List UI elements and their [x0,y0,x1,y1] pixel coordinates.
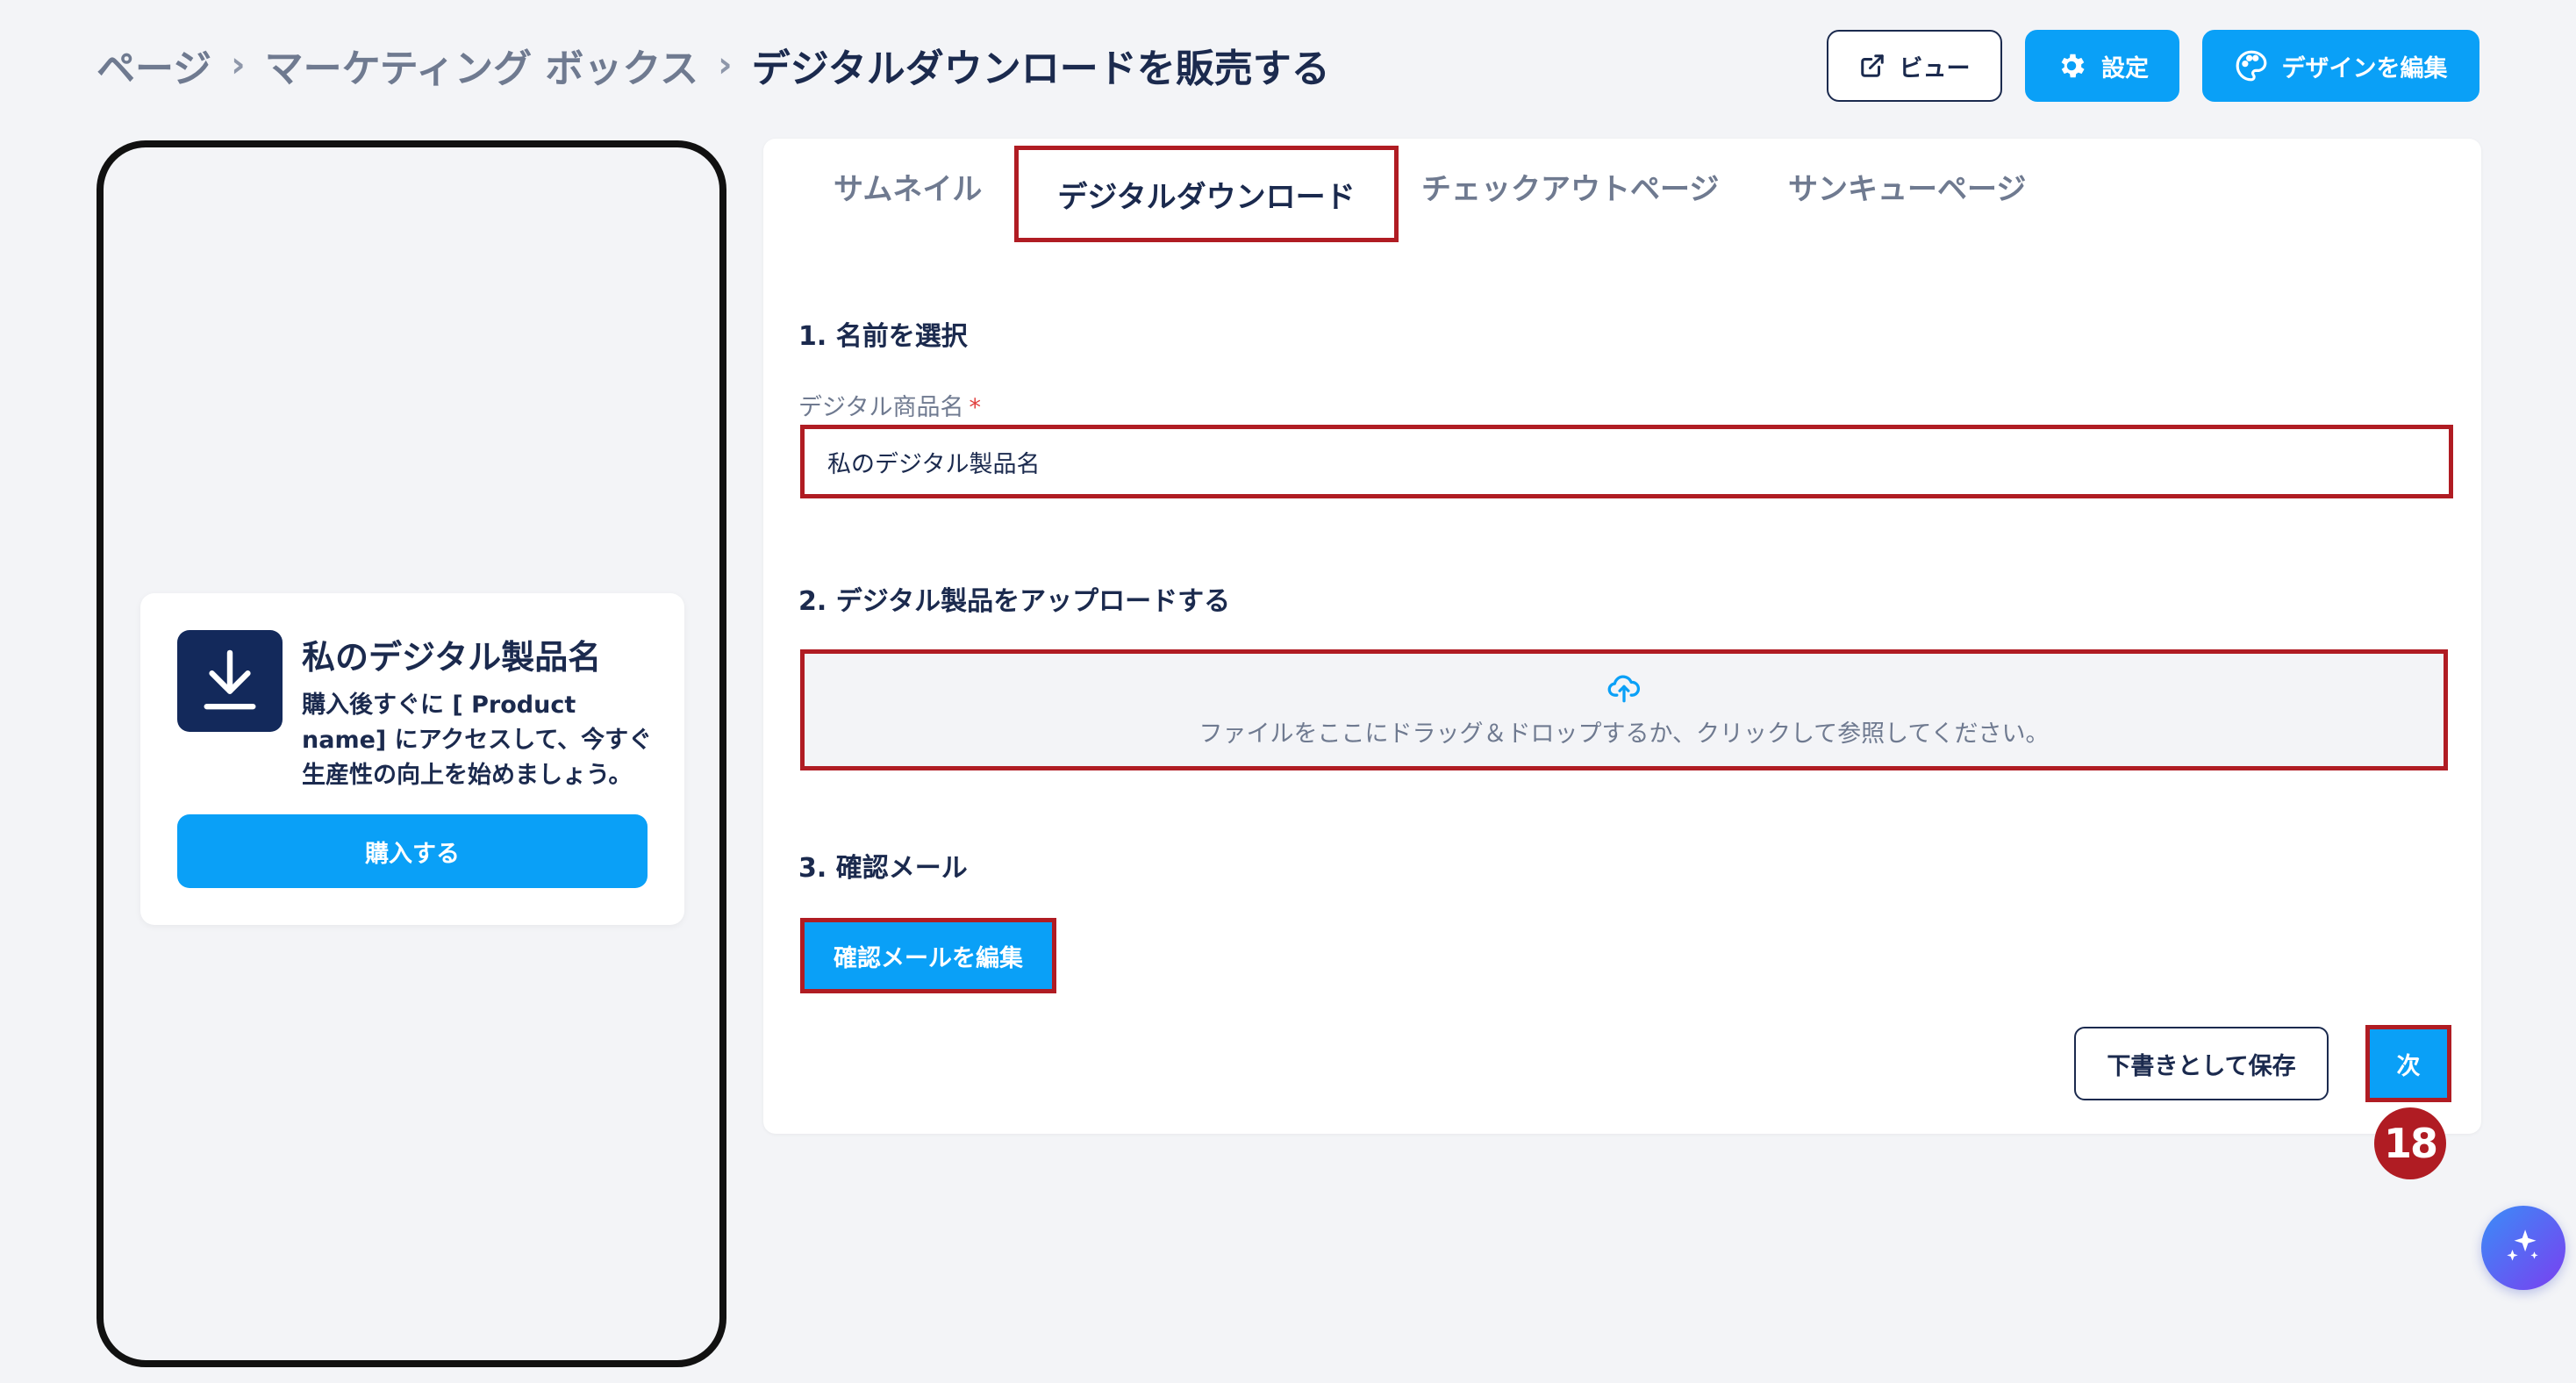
tab-digital-download[interactable]: デジタルダウンロード [1014,146,1399,242]
product-description: 購入後すぐに [ Product name] にアクセスして、今すぐ生産性の向上… [302,692,653,789]
product-name-label-text: デジタル商品名 [798,394,964,421]
gear-icon [2056,50,2087,82]
product-preview-card: 私のデジタル製品名 購入後すぐに [ Product name] にアクセスして… [140,593,684,925]
breadcrumb: ページ › マーケティング ボックス › デジタルダウンロードを販売する [97,37,1330,93]
tab-checkout-page[interactable]: チェックアウトページ [1421,165,1719,208]
tab-thank-you-page[interactable]: サンキューページ [1788,165,2026,208]
cloud-upload-icon [1606,672,1642,707]
edit-confirmation-email-button[interactable]: 確認メールを編集 [800,918,1056,993]
sparkle-icon [2501,1224,2545,1272]
editor-panel: サムネイル デジタルダウンロード チェックアウトページ サンキューページ 1. … [763,139,2481,1134]
section-title-upload: 2. デジタル製品をアップロードする [798,586,1231,617]
buy-button[interactable]: 購入する [177,814,648,888]
ai-assistant-button[interactable] [2481,1206,2565,1290]
edit-design-button[interactable]: デザインを編集 [2202,30,2479,102]
palette-icon [2235,49,2268,82]
section-title-name: 1. 名前を選択 [798,321,968,352]
step-number-badge: 18 [2374,1107,2446,1179]
section-title-confirmation-email: 3. 確認メール [798,853,968,884]
product-name-input[interactable] [800,425,2453,498]
breadcrumb-item-pages[interactable]: ページ [97,37,211,93]
tab-thumbnail[interactable]: サムネイル [834,165,982,208]
page: ページ › マーケティング ボックス › デジタルダウンロードを販売する ビュー [0,0,2576,1383]
settings-button-label: 設定 [2101,54,2149,82]
save-draft-button[interactable]: 下書きとして保存 [2074,1027,2329,1100]
tab-bar: サムネイル デジタルダウンロード チェックアウトページ サンキューページ [763,139,2481,244]
page-title: デジタルダウンロードを販売する [751,47,1330,91]
dropzone-text: ファイルをここにドラッグ＆ドロップするか、クリックして参照してください。 [1199,720,2050,748]
next-button[interactable]: 次 [2365,1025,2451,1102]
product-name-label: デジタル商品名 * [798,388,981,422]
breadcrumb-separator: › [231,45,246,85]
breadcrumb-separator: › [718,45,733,85]
required-mark: * [969,394,981,421]
edit-design-button-label: デザインを編集 [2281,54,2448,82]
header-actions: ビュー 設定 デザインを編集 [1827,30,2479,102]
view-button[interactable]: ビュー [1827,30,2002,102]
mobile-preview-frame: 私のデジタル製品名 購入後すぐに [ Product name] にアクセスして… [97,140,726,1367]
breadcrumb-item-marketing-box[interactable]: マーケティング ボックス [265,37,698,93]
view-button-label: ビュー [1899,54,1971,82]
product-title: 私のデジタル製品名 [302,638,602,677]
download-icon [177,630,283,732]
file-dropzone[interactable]: ファイルをここにドラッグ＆ドロップするか、クリックして参照してください。 [800,649,2448,770]
external-link-icon [1859,53,1885,79]
settings-button[interactable]: 設定 [2025,30,2179,102]
